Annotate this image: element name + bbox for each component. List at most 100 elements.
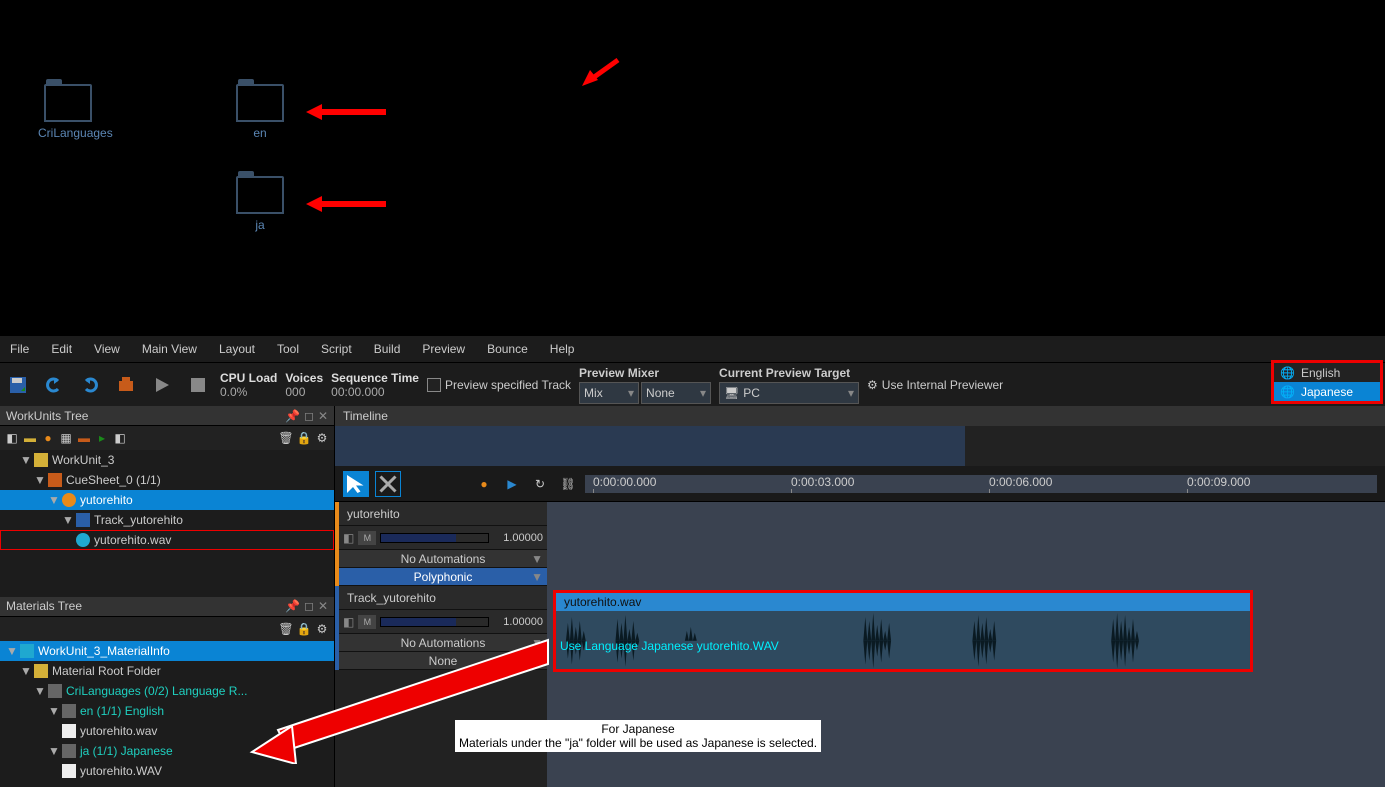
main-toolbar: CPU Load 0.0% Voices 000 Sequence Time 0…	[0, 362, 1385, 406]
time-ruler[interactable]: 0:00:00.000 0:00:03.000 0:00:06.000 0:00…	[585, 475, 1377, 493]
annotation-tooltip: For Japanese Materials under the "ja" fo…	[455, 720, 821, 752]
timeline-scroll-strip[interactable]	[335, 426, 1385, 466]
menu-edit[interactable]: Edit	[47, 340, 76, 358]
annot-line1: For Japanese	[459, 722, 817, 736]
link-icon[interactable]: ⛓	[557, 473, 579, 495]
window-icon[interactable]: ◻	[304, 599, 314, 613]
tree-row[interactable]: ▼WorkUnit_3	[0, 450, 334, 470]
ruler-tick: 0:00:03.000	[791, 475, 854, 489]
filter-icon[interactable]: ▦	[58, 430, 74, 446]
automations-dropdown[interactable]: No Automations▼	[339, 550, 547, 568]
voices-label: Voices	[285, 371, 323, 385]
cut-tool[interactable]	[375, 471, 401, 497]
loop-icon[interactable]: ↻	[529, 473, 551, 495]
mixer-none-combo[interactable]: None▾	[641, 382, 711, 404]
tree-row-highlighted[interactable]: yutorehito.wav	[0, 530, 334, 550]
arrow-diag	[580, 58, 620, 91]
track-volume-row[interactable]: ◧M1.00000	[339, 610, 547, 634]
timeline-toolbar: ● ▶ ↻ ⛓ 0:00:00.000 0:00:03.000 0:00:06.…	[335, 466, 1385, 502]
annot-line2: Materials under the "ja" folder will be …	[459, 736, 817, 750]
play-button[interactable]	[148, 371, 176, 399]
cpu-label: CPU Load	[220, 371, 277, 385]
cursor-tool[interactable]	[343, 471, 369, 497]
globe-icon: 🌐	[1280, 385, 1295, 399]
tree-row[interactable]: ▼Track_yutorehito	[0, 510, 334, 530]
trash-icon[interactable]: 🗑	[278, 430, 294, 446]
voices-stat: Voices 000	[285, 371, 323, 399]
pin-icon[interactable]: 📌	[285, 409, 300, 423]
waveform-clip[interactable]: yutorehito.wav Use Language Japanese yut…	[553, 590, 1253, 672]
folder-label: ja	[230, 218, 290, 232]
preview-target-combo[interactable]: 🖥PC▾	[719, 382, 859, 404]
window-icon[interactable]: ◻	[304, 409, 314, 423]
preview-track-label: Preview specified Track	[445, 378, 571, 392]
folder-ja: ja	[230, 176, 290, 232]
cpu-value: 0.0%	[220, 385, 277, 399]
checkbox-icon	[427, 378, 441, 392]
clip-title: yutorehito.wav	[564, 595, 641, 609]
menu-script[interactable]: Script	[317, 340, 356, 358]
menu-mainview[interactable]: Main View	[138, 340, 201, 358]
tree-row[interactable]: ▼CueSheet_0 (1/1)	[0, 470, 334, 490]
mixer-mix-combo[interactable]: Mix▾	[579, 382, 639, 404]
pin-icon[interactable]: 📌	[285, 599, 300, 613]
track-header-row[interactable]: Track_yutorehito	[339, 586, 547, 610]
language-japanese[interactable]: 🌐Japanese	[1274, 382, 1380, 401]
folder-icon	[44, 84, 92, 122]
ruler-tick: 0:00:06.000	[989, 475, 1052, 489]
folder-icon[interactable]: ▬	[22, 430, 38, 446]
preview-mixer-label: Preview Mixer	[579, 366, 711, 380]
filter-icon[interactable]: ◧	[112, 430, 128, 446]
menu-layout[interactable]: Layout	[215, 340, 259, 358]
menu-build[interactable]: Build	[370, 340, 405, 358]
folder-diagram-area: CriLanguages en ja	[0, 0, 1385, 336]
cue-header-row[interactable]: yutorehito	[339, 502, 547, 526]
clip-waveform: Use Language Japanese yutorehito.WAV	[556, 611, 1250, 669]
arrow-en	[306, 104, 386, 120]
seqtime-stat: Sequence Time 00:00.000	[331, 371, 419, 399]
preview-target-block: Current Preview Target 🖥PC▾	[719, 366, 859, 404]
marker-start-icon[interactable]: ●	[473, 473, 495, 495]
workunits-tree[interactable]: ▼WorkUnit_3 ▼CueSheet_0 (1/1) ▼yutorehit…	[0, 450, 334, 597]
menu-file[interactable]: File	[6, 340, 33, 358]
stop-button[interactable]	[184, 371, 212, 399]
gear-icon[interactable]: ⚙	[314, 430, 330, 446]
marker-end-icon[interactable]: ▶	[501, 473, 523, 495]
flag-icon[interactable]: ▸	[94, 430, 110, 446]
close-icon[interactable]: ✕	[318, 409, 328, 423]
language-selector[interactable]: 🌐English 🌐Japanese	[1271, 360, 1383, 404]
tree-row-selected[interactable]: ▼yutorehito	[0, 490, 334, 510]
menu-view[interactable]: View	[90, 340, 124, 358]
folder-label: en	[230, 126, 290, 140]
filter-icon[interactable]: ◧	[4, 430, 20, 446]
polyphonic-dropdown[interactable]: Polyphonic▼	[339, 568, 547, 586]
menu-tool[interactable]: Tool	[273, 340, 303, 358]
save-button[interactable]	[4, 371, 32, 399]
menu-preview[interactable]: Preview	[418, 340, 469, 358]
build-button[interactable]	[112, 371, 140, 399]
clip-language-label: Use Language Japanese yutorehito.WAV	[560, 639, 779, 653]
preview-target-label: Current Preview Target	[719, 366, 859, 380]
globe-icon: 🌐	[1280, 366, 1295, 380]
materials-title: Materials Tree	[6, 599, 82, 613]
undo-button[interactable]	[40, 371, 68, 399]
menu-bounce[interactable]: Bounce	[483, 340, 532, 358]
language-english[interactable]: 🌐English	[1274, 363, 1380, 382]
folder-icon	[236, 84, 284, 122]
cue-icon[interactable]: ●	[40, 430, 56, 446]
redo-button[interactable]	[76, 371, 104, 399]
menubar: File Edit View Main View Layout Tool Scr…	[0, 336, 1385, 362]
lock-icon[interactable]: 🔒	[296, 430, 312, 446]
seqtime-label: Sequence Time	[331, 371, 419, 385]
cue-volume-row[interactable]: ◧M1.00000	[339, 526, 547, 550]
workunits-panel-header: WorkUnits Tree 📌 ◻ ✕	[0, 406, 334, 426]
close-icon[interactable]: ✕	[318, 599, 328, 613]
use-internal-previewer[interactable]: ⚙ Use Internal Previewer	[867, 378, 1003, 392]
preview-track-checkbox[interactable]: Preview specified Track	[427, 378, 571, 392]
ruler-tick: 0:00:00.000	[593, 475, 656, 489]
menu-help[interactable]: Help	[546, 340, 579, 358]
workunits-title: WorkUnits Tree	[6, 409, 88, 423]
seqtime-value: 00:00.000	[331, 385, 419, 399]
materials-panel-header: Materials Tree 📌 ◻ ✕	[0, 597, 334, 617]
sheet-icon[interactable]: ▬	[76, 430, 92, 446]
